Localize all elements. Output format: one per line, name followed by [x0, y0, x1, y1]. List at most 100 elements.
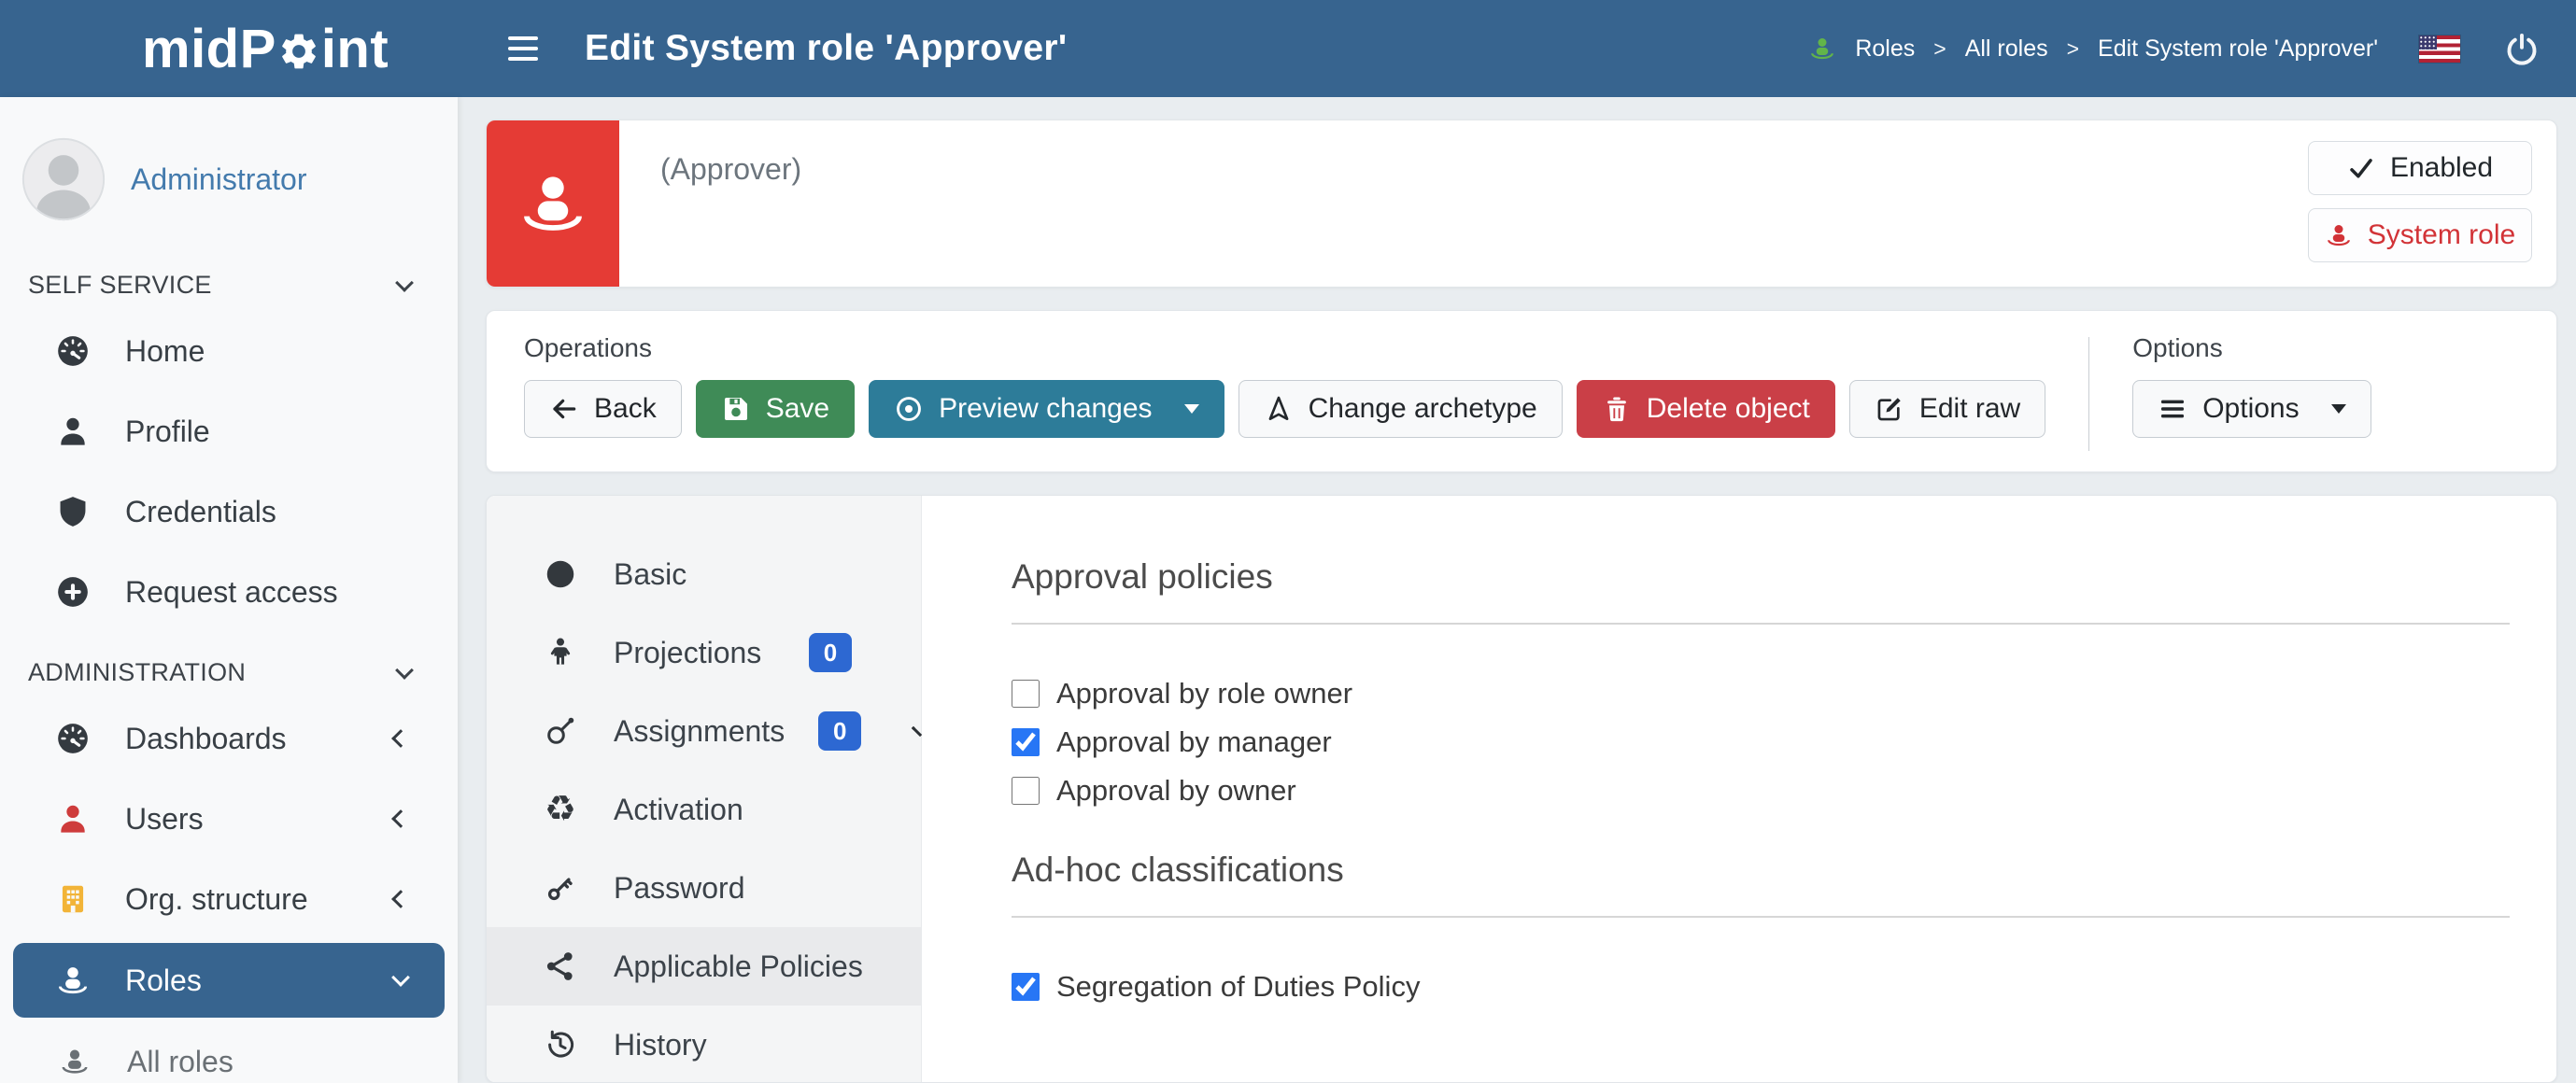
- details-tab-projections[interactable]: Projections 0: [487, 613, 921, 692]
- chevron-left-icon: [391, 729, 410, 748]
- sidebar-item-label: Org. structure: [125, 882, 308, 917]
- approval-by-role-owner-checkbox[interactable]: [1012, 680, 1040, 708]
- section-divider: [1012, 623, 2510, 625]
- sidebar-item-label: Profile: [125, 415, 210, 449]
- checkbox-label: Approval by manager: [1056, 725, 1332, 759]
- edit-raw-button[interactable]: Edit raw: [1849, 380, 2045, 438]
- avatar: [21, 136, 106, 222]
- sidebar-item-label: Home: [125, 334, 205, 369]
- details-tab-basic[interactable]: Basic: [487, 535, 921, 613]
- midpoint-logo[interactable]: midPint: [0, 18, 458, 80]
- save-icon: [721, 394, 751, 424]
- history-icon: [541, 1028, 580, 1062]
- vertical-divider: [2088, 337, 2089, 451]
- applicable-policies-content: Approval policies Approval by role owner…: [922, 496, 2556, 1082]
- count-badge: 0: [809, 633, 852, 672]
- segregation-of-duties-checkbox[interactable]: [1012, 973, 1040, 1001]
- checkbox-label: Segregation of Duties Policy: [1056, 970, 1420, 1004]
- chevron-down-icon: [395, 661, 414, 680]
- operations-buttons: Back Save Preview changes Change archety…: [524, 380, 2045, 438]
- user-icon: [52, 414, 93, 449]
- options-button-label: Options: [2202, 393, 2299, 425]
- sidebar-item-label: Request access: [125, 575, 338, 610]
- details-tab-applicable-policies[interactable]: Applicable Policies: [487, 927, 921, 1006]
- chevron-left-icon: [391, 890, 410, 908]
- sidebar-item-profile[interactable]: Profile: [0, 391, 458, 471]
- checkbox-row-approval-by-manager: Approval by manager: [1012, 725, 2510, 759]
- checkbox-row-approval-by-owner: Approval by owner: [1012, 774, 2510, 808]
- sidebar-item-label: Users: [125, 802, 204, 837]
- sidebar-item-roles[interactable]: Roles: [13, 943, 445, 1018]
- role-icon: [54, 1046, 95, 1077]
- key-icon: [541, 871, 580, 905]
- breadcrumb-item-roles[interactable]: Roles: [1855, 35, 1915, 63]
- details-tab-password[interactable]: Password: [487, 849, 921, 927]
- recycle-icon: ♻: [541, 792, 580, 827]
- options-label: Options: [2132, 333, 2371, 363]
- delete-object-label: Delete object: [1647, 393, 1810, 425]
- sidebar-item-home[interactable]: Home: [0, 311, 458, 391]
- operations-group: Operations Back Save Preview changes: [524, 333, 2045, 449]
- checkbox-row-segregation-of-duties: Segregation of Duties Policy: [1012, 970, 2510, 1004]
- role-icon: [52, 963, 93, 998]
- tab-label: Assignments: [614, 714, 785, 749]
- object-details-panel: Basic Projections 0 Assignments 0 ♻ Acti…: [486, 495, 2557, 1083]
- sidebar-item-request-access[interactable]: Request access: [0, 552, 458, 632]
- details-tab-history[interactable]: History: [487, 1006, 921, 1083]
- user-name-link[interactable]: Administrator: [131, 162, 307, 197]
- delete-object-button[interactable]: Delete object: [1577, 380, 1835, 438]
- details-tab-activation[interactable]: ♻ Activation: [487, 770, 921, 849]
- change-archetype-button[interactable]: Change archetype: [1238, 380, 1563, 438]
- share-icon: [541, 949, 580, 983]
- sidebar-section-self-service[interactable]: SELF SERVICE: [0, 245, 458, 311]
- tab-label: Password: [614, 871, 745, 906]
- sidebar-item-label: Roles: [125, 963, 202, 998]
- details-tab-assignments[interactable]: Assignments 0: [487, 692, 921, 770]
- tab-label: Activation: [614, 793, 743, 827]
- save-label: Save: [766, 393, 829, 425]
- sidebar-section-administration[interactable]: ADMINISTRATION: [0, 632, 458, 698]
- sidebar-toggle-button[interactable]: [508, 36, 538, 61]
- top-navbar: midPint Edit System role 'Approver' Role…: [0, 0, 2576, 97]
- operations-label: Operations: [524, 333, 2045, 363]
- sidebar-item-credentials[interactable]: Credentials: [0, 471, 458, 552]
- caret-down-icon[interactable]: [1184, 404, 1199, 414]
- options-button[interactable]: Options: [2132, 380, 2371, 438]
- sidebar-item-org-structure[interactable]: Org. structure: [0, 859, 458, 939]
- circle-icon: [541, 557, 580, 591]
- back-button[interactable]: Back: [524, 380, 682, 438]
- back-label: Back: [594, 393, 657, 425]
- chevron-left-icon[interactable]: [912, 725, 922, 736]
- sidebar-item-users[interactable]: Users: [0, 779, 458, 859]
- section-label: SELF SERVICE: [28, 271, 212, 300]
- save-button[interactable]: Save: [696, 380, 855, 438]
- locale-us-flag-icon[interactable]: [2419, 35, 2460, 63]
- sidebar-item-all-roles[interactable]: All roles: [0, 1021, 458, 1083]
- operations-panel: Operations Back Save Preview changes: [486, 310, 2557, 472]
- logo-text-right: int: [321, 18, 389, 80]
- breadcrumb-item-current: Edit System role 'Approver': [2098, 35, 2378, 63]
- status-badge-label: Enabled: [2390, 152, 2493, 184]
- chevron-down-icon: [395, 274, 414, 292]
- options-group: Options Options: [2132, 333, 2371, 449]
- role-icon: [2325, 221, 2353, 249]
- breadcrumb-separator: >: [2067, 36, 2079, 62]
- assignment-icon: [541, 714, 580, 748]
- trash-icon: [1602, 394, 1632, 424]
- approval-by-manager-checkbox[interactable]: [1012, 728, 1040, 756]
- preview-changes-button[interactable]: Preview changes: [869, 380, 1224, 438]
- section-title-ad-hoc-classifications: Ad-hoc classifications: [1012, 851, 2510, 890]
- sidebar-item-dashboards[interactable]: Dashboards: [0, 698, 458, 779]
- preview-changes-label: Preview changes: [939, 393, 1152, 425]
- breadcrumb: Roles > All roles > Edit System role 'Ap…: [1808, 35, 2378, 63]
- checkbox-row-approval-by-role-owner: Approval by role owner: [1012, 677, 2510, 710]
- details-menu: Basic Projections 0 Assignments 0 ♻ Acti…: [487, 496, 922, 1082]
- logout-power-icon[interactable]: [2505, 32, 2539, 65]
- object-summary-panel: (Approver) Enabled System role: [486, 120, 2557, 288]
- approval-by-owner-checkbox[interactable]: [1012, 777, 1040, 805]
- shield-icon: [52, 494, 93, 529]
- breadcrumb-item-all-roles[interactable]: All roles: [1965, 35, 2048, 63]
- dashboard-icon: [52, 721, 93, 756]
- checkbox-label: Approval by owner: [1056, 774, 1296, 808]
- sidebar-item-label: Credentials: [125, 495, 276, 529]
